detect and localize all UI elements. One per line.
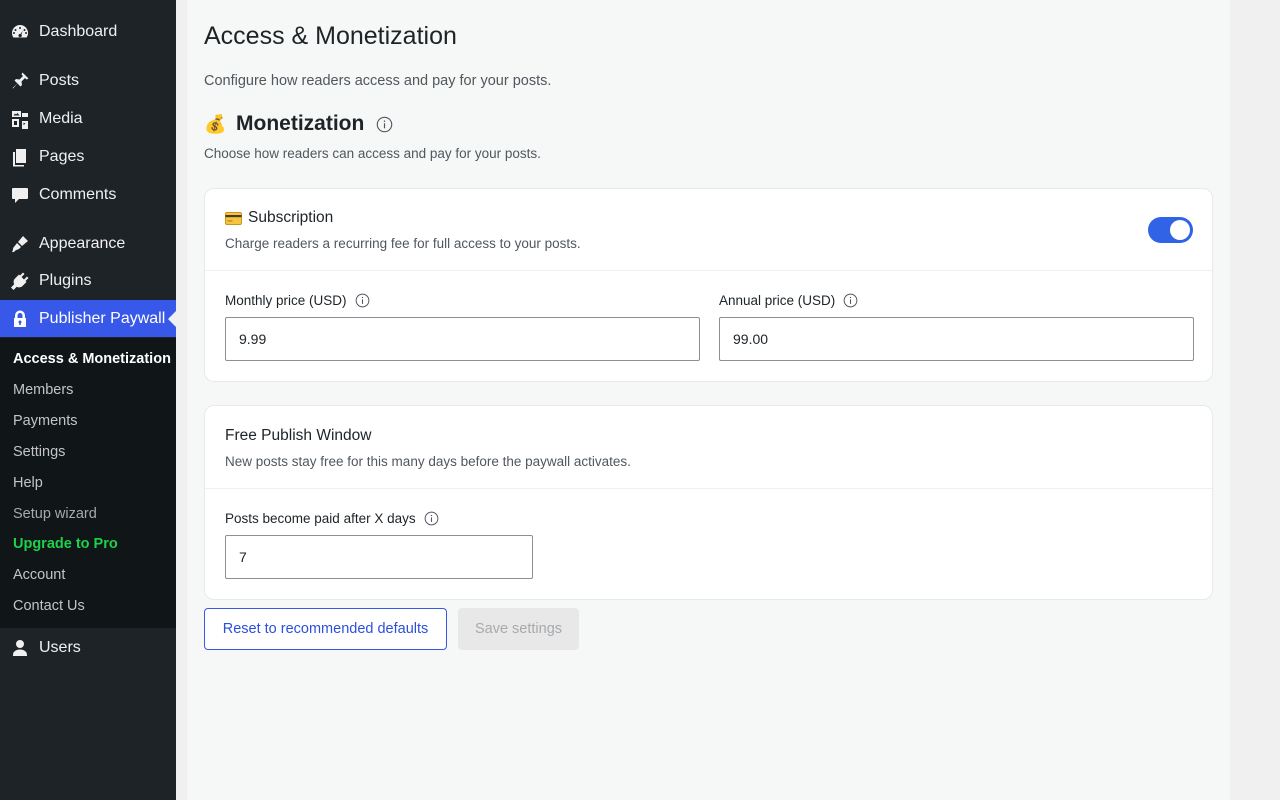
sidebar-gap [176, 0, 187, 800]
submenu-help[interactable]: Help [13, 475, 43, 491]
pages-icon [10, 147, 30, 167]
monthly-price-label-text: Monthly price (USD) [225, 293, 347, 308]
sidebar-item-label: Publisher Paywall [39, 309, 166, 327]
free-publish-window-card: Free Publish Window New posts stay free … [204, 405, 1213, 600]
subscription-toggle[interactable] [1148, 217, 1193, 243]
card-divider [205, 488, 1212, 489]
sidebar-item-label: Pages [39, 147, 85, 165]
sidebar-item-label: Appearance [39, 234, 126, 252]
paywall-submenu: Access & Monetization Members Payments S… [0, 338, 176, 628]
sidebar-item-label: Users [39, 638, 81, 656]
submenu-payments[interactable]: Payments [13, 413, 77, 429]
monthly-price-input[interactable] [225, 317, 700, 361]
info-icon[interactable] [376, 116, 393, 133]
right-margin [1231, 0, 1280, 800]
page-description: Configure how readers access and pay for… [204, 73, 552, 89]
comment-icon [10, 185, 30, 205]
subscription-title: Subscription [225, 209, 333, 227]
subscription-card: Subscription Charge readers a recurring … [204, 188, 1213, 382]
sidebar-item-users[interactable]: Users [0, 629, 176, 666]
annual-price-label-text: Annual price (USD) [719, 293, 836, 308]
sidebar-item-media[interactable]: Media [0, 100, 176, 137]
sidebar-item-pages[interactable]: Pages [0, 138, 176, 175]
sidebar-item-dashboard[interactable]: Dashboard [0, 13, 176, 50]
submenu-access-monetization[interactable]: Access & Monetization [13, 351, 171, 367]
submenu-contact-us[interactable]: Contact Us [13, 598, 85, 614]
paid-after-days-input[interactable] [225, 535, 533, 579]
submenu-members[interactable]: Members [13, 382, 73, 398]
money-bag-icon: 💰 [204, 113, 227, 134]
paid-after-days-label-text: Posts become paid after X days [225, 511, 416, 526]
credit-card-icon [225, 211, 242, 225]
annual-price-label: Annual price (USD) [719, 293, 858, 308]
sidebar-item-label: Plugins [39, 271, 92, 289]
sidebar-item-posts[interactable]: Posts [0, 62, 176, 99]
info-icon[interactable] [424, 511, 439, 526]
dashboard-icon [10, 22, 30, 42]
sidebar-item-appearance[interactable]: Appearance [0, 225, 176, 262]
monthly-price-label: Monthly price (USD) [225, 293, 370, 308]
admin-sidebar: Dashboard Posts Media Pages Comments App… [0, 0, 176, 800]
sidebar-item-label: Comments [39, 185, 117, 203]
subscription-title-text: Subscription [248, 209, 334, 226]
submenu-upgrade-to-pro[interactable]: Upgrade to Pro [13, 536, 118, 552]
user-icon [10, 638, 30, 658]
card-divider [205, 270, 1212, 271]
info-icon[interactable] [843, 293, 858, 308]
subscription-description: Charge readers a recurring fee for full … [225, 236, 581, 251]
annual-price-input[interactable] [719, 317, 1194, 361]
lock-icon [10, 309, 30, 329]
sidebar-item-publisher-paywall[interactable]: Publisher Paywall [0, 300, 176, 337]
info-icon[interactable] [355, 293, 370, 308]
page-title: Access & Monetization [204, 22, 457, 50]
monetization-heading: 💰 Monetization [204, 112, 393, 136]
sidebar-item-label: Media [39, 109, 83, 127]
plugin-icon [10, 271, 30, 291]
pin-icon [10, 71, 30, 91]
active-indicator [168, 310, 176, 327]
sidebar-item-label: Dashboard [39, 22, 118, 40]
brush-icon [10, 234, 30, 254]
sidebar-item-label: Posts [39, 71, 80, 89]
submenu-setup-wizard[interactable]: Setup wizard [13, 506, 97, 522]
section-title: Monetization [236, 112, 365, 135]
media-icon [10, 109, 30, 129]
paid-after-days-label: Posts become paid after X days [225, 511, 439, 526]
reset-defaults-button[interactable]: Reset to recommended defaults [204, 608, 447, 650]
submenu-account[interactable]: Account [13, 567, 65, 583]
free-window-title-text: Free Publish Window [225, 427, 372, 444]
sidebar-item-plugins[interactable]: Plugins [0, 262, 176, 299]
submenu-settings[interactable]: Settings [13, 444, 65, 460]
save-settings-button[interactable]: Save settings [458, 608, 579, 650]
sidebar-item-comments[interactable]: Comments [0, 176, 176, 213]
free-window-title: Free Publish Window [225, 427, 371, 445]
free-window-description: New posts stay free for this many days b… [225, 454, 631, 469]
section-description: Choose how readers can access and pay fo… [204, 146, 541, 161]
